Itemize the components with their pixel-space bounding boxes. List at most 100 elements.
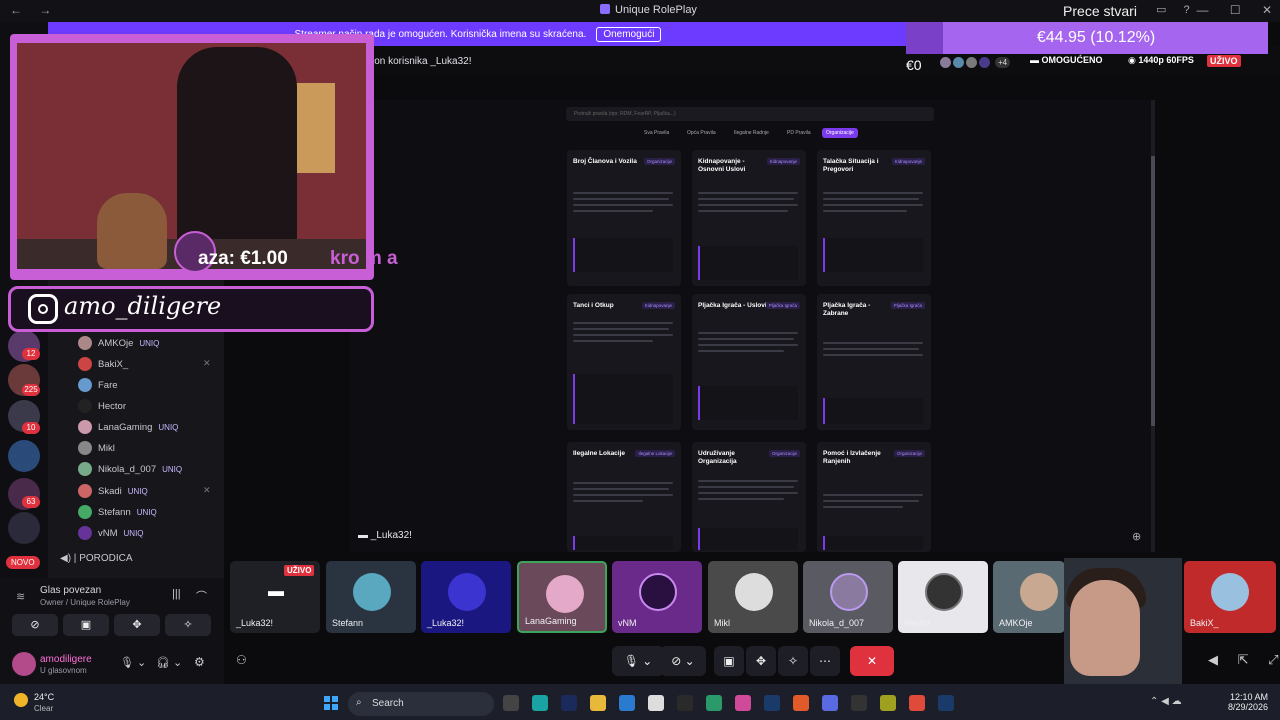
server-icon[interactable] bbox=[8, 512, 40, 544]
participant-tile[interactable]: LanaGaming bbox=[517, 561, 607, 633]
photoshop-icon[interactable] bbox=[561, 695, 577, 711]
avatar bbox=[448, 573, 486, 611]
disable-streamer-mode-button[interactable]: Onemogući bbox=[596, 26, 662, 42]
participant-tile[interactable]: AMKOje bbox=[993, 561, 1065, 633]
filter-all-rules[interactable]: Sva Pravila bbox=[640, 128, 673, 138]
screen-share-button[interactable]: ▣ bbox=[63, 614, 109, 636]
weather-temp[interactable]: 24°C bbox=[34, 692, 54, 702]
app-icon[interactable] bbox=[677, 695, 693, 711]
chrome-icon[interactable] bbox=[909, 695, 925, 711]
avatar[interactable] bbox=[12, 652, 36, 676]
noise-icon[interactable]: ||| bbox=[172, 588, 181, 600]
rule-card[interactable]: Tanci i Otkup Kidnapovanje bbox=[567, 294, 681, 430]
scrollbar-thumb[interactable] bbox=[1151, 156, 1155, 426]
fullscreen-icon[interactable]: ⤢ bbox=[1268, 652, 1278, 667]
voice-member[interactable]: BakiX_ bbox=[78, 357, 128, 371]
end-call-button[interactable]: ✕ bbox=[850, 646, 894, 676]
filter-illegal-actions[interactable]: Ilegalne Radnje bbox=[730, 128, 773, 138]
voice-member[interactable]: Stefann UNIQ bbox=[78, 505, 157, 519]
popout-icon[interactable]: ⇱ bbox=[1238, 652, 1249, 667]
rule-card[interactable]: Kidnapovanje - Osnovni Uslovi Kidnapovanj… bbox=[692, 150, 806, 286]
voice-member[interactable]: Skadi UNIQ bbox=[78, 484, 148, 498]
edge-icon[interactable] bbox=[619, 695, 635, 711]
camera-button[interactable]: ⊘ ⌄ bbox=[660, 646, 706, 676]
participant-tile[interactable]: Hector bbox=[898, 561, 988, 633]
rule-card[interactable]: Broj Članova i Vozila Organizacije bbox=[567, 150, 681, 286]
voice-member[interactable]: vNM UNIQ bbox=[78, 526, 144, 540]
forward-button[interactable]: → bbox=[39, 3, 51, 17]
filter-organizations[interactable]: Organizacije bbox=[822, 128, 858, 138]
user-name[interactable]: amodiligere bbox=[40, 654, 92, 665]
filter-pd-rules[interactable]: PD Pravila bbox=[783, 128, 815, 138]
rule-example-box bbox=[573, 374, 673, 424]
app-icon[interactable] bbox=[706, 695, 722, 711]
tray-icons[interactable]: ⌃ ◀ ☁ bbox=[1150, 696, 1182, 707]
obs-icon[interactable] bbox=[851, 695, 867, 711]
maximize-button[interactable]: ☐ bbox=[1230, 3, 1241, 17]
voice-member[interactable]: Mikl bbox=[78, 441, 115, 455]
rule-card[interactable]: Pljačka Igrača - Uslovi Pljačka Igrača bbox=[692, 294, 806, 430]
filter-general-rules[interactable]: Opća Pravila bbox=[683, 128, 720, 138]
brave-icon[interactable] bbox=[793, 695, 809, 711]
zoom-icon[interactable]: ⊕ bbox=[1132, 530, 1141, 543]
stream-quality[interactable]: ◉ 1440p 60FPS bbox=[1128, 55, 1194, 66]
activities-button[interactable]: ✥ bbox=[114, 614, 160, 636]
task-view-icon[interactable] bbox=[503, 695, 519, 711]
speaker-icon: ◀) | bbox=[60, 553, 80, 564]
voice-channel[interactable]: ◀) | PORODICA bbox=[60, 553, 133, 564]
screen-share-button[interactable]: ▣ bbox=[714, 646, 744, 676]
app-icon[interactable] bbox=[880, 695, 896, 711]
participant-tile[interactable]: BakiX_ bbox=[1184, 561, 1276, 633]
rule-card[interactable]: Udruživanje Organizacija Organizacije bbox=[692, 442, 806, 552]
rule-card[interactable]: Talačka Situacija i Pregovori Kidnapovanj… bbox=[817, 150, 931, 286]
voice-location[interactable]: Owner / Unique RolePlay bbox=[40, 598, 130, 607]
taskbar-clock[interactable]: 12:10 AM 8/29/2026 bbox=[1198, 692, 1268, 712]
avatar bbox=[78, 441, 92, 455]
app-icon[interactable] bbox=[735, 695, 751, 711]
participant-tile[interactable]: Nikola_d_007 bbox=[803, 561, 893, 633]
close-button[interactable]: ✕ bbox=[1262, 3, 1272, 17]
server-icon[interactable] bbox=[8, 440, 40, 472]
back-button[interactable]: ← bbox=[10, 3, 22, 17]
rule-card-tag: Kidnapovanje bbox=[766, 158, 800, 165]
headphones-icon[interactable]: 🎧︎ ⌄ bbox=[156, 656, 182, 669]
rule-card[interactable]: Pljačka Igrača - Zabrane Pljačka Igrača bbox=[817, 294, 931, 430]
voice-member[interactable]: LanaGaming UNIQ bbox=[78, 420, 178, 434]
voice-member[interactable]: Fare bbox=[78, 378, 118, 392]
start-button[interactable] bbox=[324, 696, 338, 710]
voice-member[interactable]: AMKOje UNIQ bbox=[78, 336, 159, 350]
file-explorer-icon[interactable] bbox=[590, 695, 606, 711]
activities-button[interactable]: ✥ bbox=[746, 646, 776, 676]
disconnect-icon[interactable]: ⌒ bbox=[196, 588, 207, 604]
steam-icon[interactable] bbox=[938, 695, 954, 711]
store-icon[interactable] bbox=[648, 695, 664, 711]
rule-card[interactable]: Ilegalne Lokacije Ilegalne Lokacije bbox=[567, 442, 681, 552]
add-user-icon[interactable]: ⚇ bbox=[236, 653, 247, 667]
steam-icon[interactable] bbox=[764, 695, 780, 711]
volume-icon[interactable]: ◀ bbox=[1208, 652, 1218, 667]
stream-scrollbar[interactable] bbox=[1151, 100, 1155, 552]
soundboard-button[interactable]: ✧ bbox=[778, 646, 808, 676]
rule-card[interactable]: Pomoć i Izvlačenje Ranjenih Organizacije bbox=[817, 442, 931, 552]
participant-tile[interactable]: vNM bbox=[612, 561, 702, 633]
copilot-icon[interactable] bbox=[532, 695, 548, 711]
microphone-button[interactable]: 🎙︎ ⌄ bbox=[612, 646, 664, 676]
minimize-button[interactable]: — bbox=[1196, 3, 1208, 17]
participant-tile[interactable]: _Luka32! bbox=[421, 561, 511, 633]
discord-icon[interactable] bbox=[822, 695, 838, 711]
rule-card-tag: Organizacije bbox=[643, 158, 675, 165]
rules-search-input[interactable]: Pretraži pravila (npr. RDM, FearRP, Plja… bbox=[566, 107, 934, 121]
soundboard-button[interactable]: ✧ bbox=[165, 614, 211, 636]
voice-member[interactable]: Nikola_d_007 UNIQ bbox=[78, 462, 182, 476]
camera-off-button[interactable]: ⊘ bbox=[12, 614, 58, 636]
voice-member[interactable]: Hector bbox=[78, 399, 126, 413]
participant-tile[interactable]: Mikl bbox=[708, 561, 798, 633]
more-options-button[interactable]: ⋯ bbox=[810, 646, 840, 676]
more-viewers-count[interactable]: +4 bbox=[995, 57, 1011, 68]
microphone-icon[interactable]: 🎙︎ ⌄ bbox=[120, 656, 146, 669]
rule-card-title: Talačka Situacija i Pregovori bbox=[823, 158, 879, 173]
taskbar-search[interactable]: Search bbox=[348, 692, 494, 716]
settings-gear-icon[interactable]: ⚙ bbox=[194, 655, 205, 669]
member-name: Nikola_d_007 bbox=[98, 463, 157, 475]
participant-tile[interactable]: Stefann bbox=[326, 561, 416, 633]
